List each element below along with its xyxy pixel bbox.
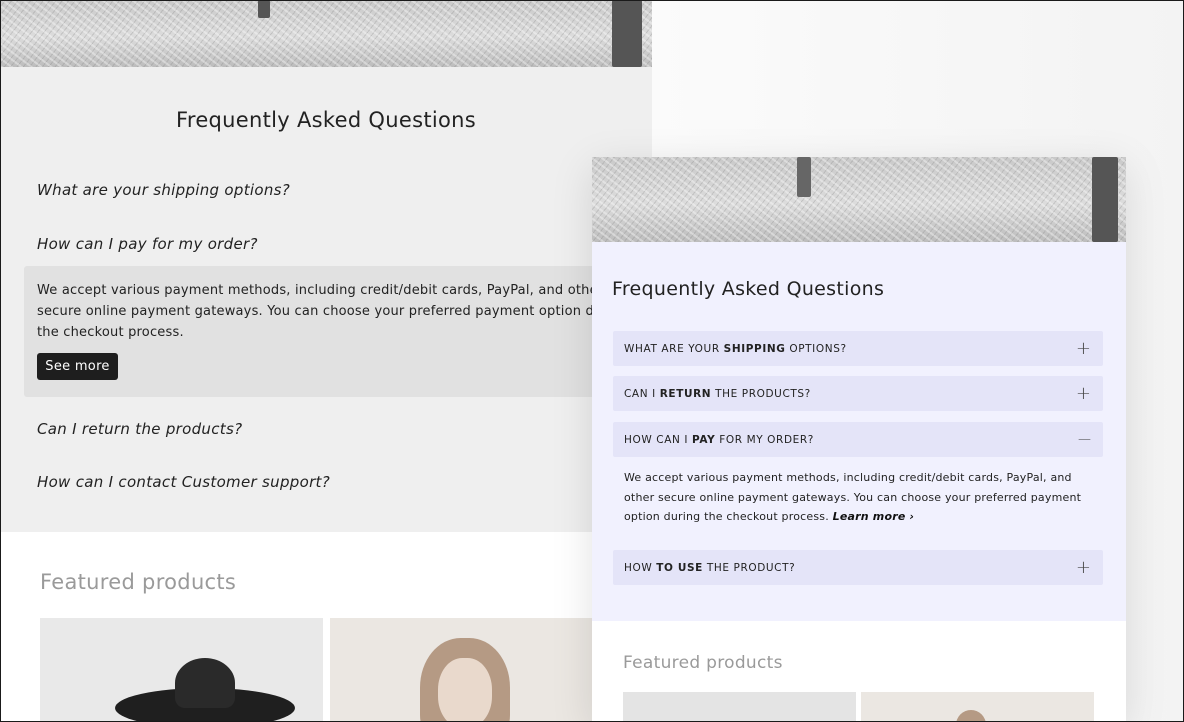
accordion-label: HOW TO USE THE PRODUCT? (624, 561, 796, 574)
plus-icon[interactable]: + (1076, 558, 1091, 577)
model-image (956, 710, 986, 722)
faq-title: Frequently Asked Questions (176, 108, 476, 132)
tree-trunk (797, 157, 811, 197)
faq-question-pay[interactable]: How can I pay for my order? (37, 235, 258, 253)
accordion-how-to-use[interactable]: HOW TO USE THE PRODUCT? + (613, 550, 1103, 585)
faq-question-shipping[interactable]: What are your shipping options? (37, 181, 290, 199)
faq-question-contact[interactable]: How can I contact Customer support? (37, 473, 330, 491)
accordion-label: CAN I RETURN THE PRODUCTS? (624, 387, 811, 400)
faq-design-before: Frequently Asked Questions What are your… (0, 0, 652, 722)
minus-icon[interactable]: — (1078, 433, 1091, 446)
featured-products-title: Featured products (40, 570, 237, 594)
accordion-label: HOW CAN I PAY FOR MY ORDER? (624, 433, 814, 446)
accordion-answer-text: We accept various payment methods, inclu… (624, 471, 1082, 523)
tree-trunk (612, 0, 642, 67)
plus-icon[interactable]: + (1076, 384, 1091, 403)
see-more-button[interactable]: See more (37, 353, 118, 380)
product-card-model[interactable] (330, 618, 600, 722)
hat-image (175, 658, 235, 708)
plus-icon[interactable]: + (1076, 339, 1091, 358)
accordion-shipping[interactable]: WHAT ARE YOUR SHIPPING OPTIONS? + (613, 331, 1103, 366)
learn-more-link[interactable]: Learn more › (833, 510, 915, 523)
product-card-hat[interactable] (623, 692, 856, 722)
accordion-label: WHAT ARE YOUR SHIPPING OPTIONS? (624, 342, 847, 355)
faq-answer-panel: We accept various payment methods, inclu… (24, 266, 652, 397)
accordion-return[interactable]: CAN I RETURN THE PRODUCTS? + (613, 376, 1103, 411)
hero-image (0, 0, 652, 67)
product-card-model[interactable] (861, 692, 1094, 722)
faq-answer-text: We accept various payment methods, inclu… (37, 283, 629, 340)
model-image (438, 658, 492, 722)
tree-trunk (1092, 157, 1118, 242)
tree-trunk (258, 0, 270, 18)
accordion-pay[interactable]: HOW CAN I PAY FOR MY ORDER? — (613, 422, 1103, 457)
faq-title: Frequently Asked Questions (612, 278, 885, 300)
product-card-hat[interactable] (40, 618, 323, 722)
faq-question-return[interactable]: Can I return the products? (37, 420, 242, 438)
faq-design-after: Frequently Asked Questions WHAT ARE YOUR… (592, 157, 1126, 722)
hero-image (592, 157, 1126, 242)
featured-products-title: Featured products (623, 653, 783, 673)
